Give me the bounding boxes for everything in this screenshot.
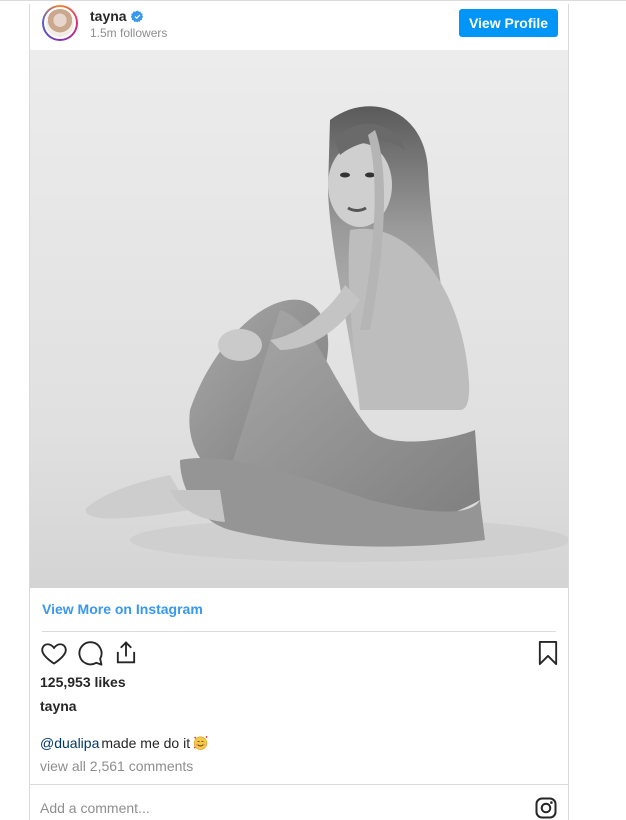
- followers-count: 1.5m followers: [90, 26, 168, 40]
- view-all-comments-link[interactable]: view all 2,561 comments: [40, 758, 193, 774]
- username[interactable]: tayna: [90, 8, 127, 24]
- action-bar: [40, 639, 558, 667]
- post-photo[interactable]: [30, 50, 568, 588]
- heart-icon[interactable]: [40, 639, 68, 667]
- caption-username[interactable]: tayna: [40, 698, 77, 714]
- view-more-link[interactable]: View More on Instagram: [42, 601, 203, 617]
- smiling-face-with-hearts-emoji-icon: [192, 734, 209, 751]
- divider: [42, 631, 556, 632]
- instagram-logo-icon[interactable]: [534, 796, 558, 820]
- caption: @dualipa made me do it: [40, 734, 209, 751]
- comment-bubble-icon[interactable]: [76, 639, 104, 667]
- username-row: tayna: [90, 8, 144, 24]
- bookmark-icon[interactable]: [534, 639, 562, 667]
- likes-count[interactable]: 125,953 likes: [40, 674, 126, 690]
- mention-link[interactable]: @dualipa: [40, 735, 99, 751]
- caption-text: made me do it: [101, 734, 191, 751]
- post-header: tayna 1.5m followers View Profile: [30, 4, 568, 50]
- view-profile-button[interactable]: View Profile: [459, 9, 558, 37]
- verified-badge-icon: [130, 10, 144, 23]
- photo-illustration: [30, 50, 568, 588]
- instagram-embed-card: tayna 1.5m followers View Profile View M…: [29, 4, 569, 820]
- avatar[interactable]: [42, 5, 78, 41]
- add-comment-input[interactable]: Add a comment...: [40, 800, 150, 816]
- avatar-image: [44, 7, 76, 39]
- share-icon[interactable]: [112, 639, 140, 667]
- divider: [30, 784, 568, 785]
